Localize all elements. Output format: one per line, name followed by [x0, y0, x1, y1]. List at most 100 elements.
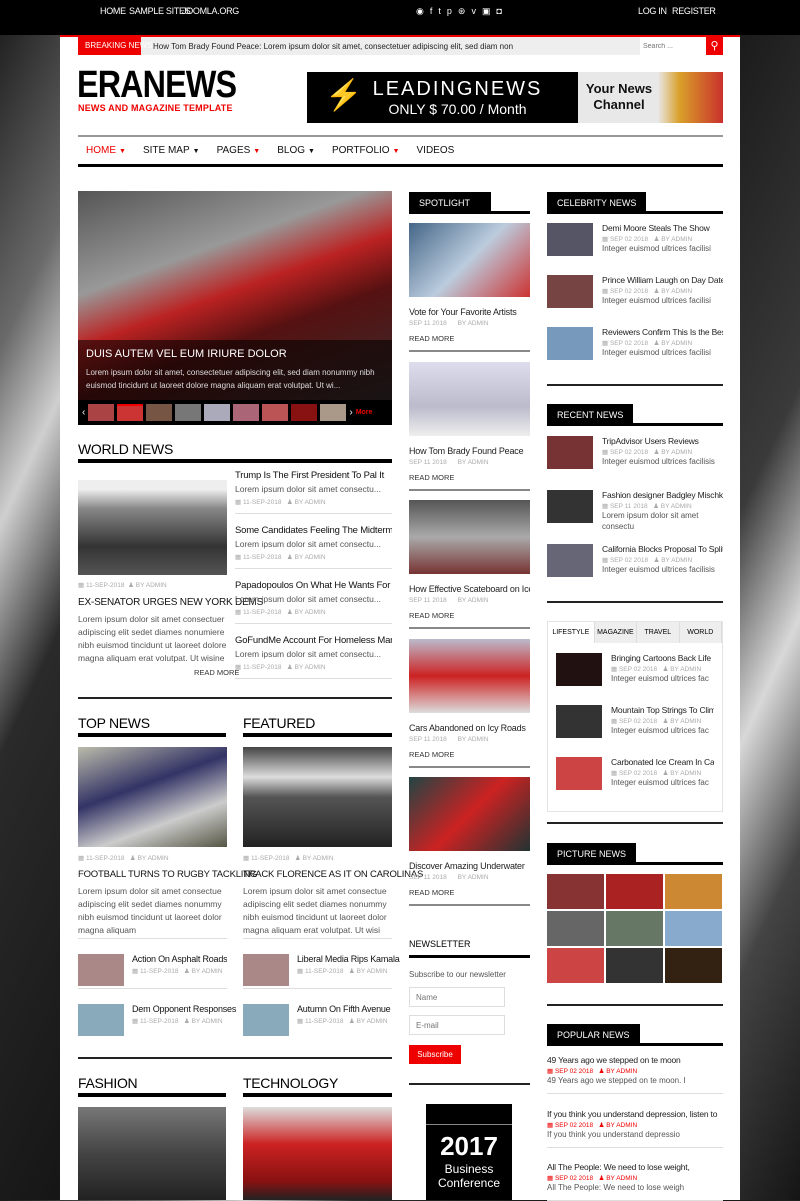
slide-thumb[interactable] [291, 404, 318, 421]
pinterest-icon[interactable]: p [447, 6, 452, 17]
article-image[interactable] [409, 777, 530, 851]
article-title[interactable]: Fashion designer Badgley Mischka [602, 490, 723, 500]
slide-thumb[interactable] [117, 404, 144, 421]
article-thumb[interactable] [547, 544, 593, 577]
article-thumb[interactable] [243, 954, 289, 986]
hero-title[interactable]: DUIS AUTEM VEL EUM IRIURE DOLOR [86, 348, 384, 360]
world-news-main-image[interactable] [78, 480, 227, 575]
tab-world[interactable]: WORLD [679, 622, 723, 643]
twitter-icon[interactable]: t [438, 6, 441, 17]
newsletter-name-input[interactable] [409, 987, 505, 1007]
picture-thumb[interactable] [547, 911, 604, 946]
more-link[interactable]: More [356, 409, 373, 416]
article-title[interactable]: Discover Amazing Underwater [409, 861, 530, 871]
article-title[interactable]: How Effective Scateboard on Ice [409, 584, 530, 594]
instagram-icon[interactable]: ◘ [496, 6, 501, 17]
picture-thumb[interactable] [606, 948, 663, 983]
picture-thumb[interactable] [547, 874, 604, 909]
article-title[interactable]: If you think you understand depression, … [547, 1109, 723, 1119]
article-title[interactable]: Vote for Your Favorite Artists [409, 307, 530, 317]
article-title[interactable]: GoFundMe Account For Homeless Man [235, 635, 392, 646]
article-thumb[interactable] [547, 327, 593, 360]
picture-thumb[interactable] [665, 911, 722, 946]
article-title[interactable]: Bringing Cartoons Back Life [611, 653, 711, 663]
slide-thumb[interactable] [146, 404, 173, 421]
slide-thumb[interactable] [88, 404, 115, 421]
article-title[interactable]: Carbonated Ice Cream In Can [611, 757, 714, 767]
slide-thumb[interactable] [320, 404, 347, 421]
article-image[interactable] [409, 500, 530, 574]
article-title[interactable]: Cars Abandoned on Icy Roads [409, 723, 530, 733]
technology-image[interactable] [243, 1107, 392, 1200]
nav-home[interactable]: HOME ▼ [86, 145, 126, 156]
read-more-link[interactable]: READ MORE [194, 668, 239, 677]
article-title[interactable]: TripAdvisor Users Reviews [602, 436, 715, 446]
article-title[interactable]: Demi Moore Steals The Show [602, 223, 711, 233]
register-link[interactable]: REGISTER [672, 6, 716, 16]
picture-thumb[interactable] [606, 911, 663, 946]
read-more-link[interactable]: READ MORE [409, 473, 530, 482]
youtube-icon[interactable]: ▣ [482, 6, 491, 17]
chevron-right-icon[interactable]: › [349, 407, 352, 418]
nav-pages[interactable]: PAGES ▼ [217, 145, 261, 156]
top-link-joomla[interactable]: JOOMLA.ORG [182, 6, 239, 16]
picture-thumb[interactable] [547, 948, 604, 983]
read-more-link[interactable]: READ MORE [409, 611, 530, 620]
article-title[interactable]: Dem Opponent Responses [132, 1004, 236, 1014]
article-title[interactable]: Action On Asphalt Roads [132, 954, 227, 964]
top_news-main-title[interactable]: FOOTBALL TURNS TO RUGBY TACKLING [78, 869, 257, 880]
fashion-image[interactable] [78, 1107, 226, 1200]
featured-main-title[interactable]: TRACK FLORENCE AS IT ON CAROLINAS [243, 869, 423, 880]
chevron-left-icon[interactable]: ‹ [82, 407, 85, 418]
article-title[interactable]: How Tom Brady Found Peace [409, 446, 530, 456]
tab-travel[interactable]: TRAVEL [637, 622, 680, 643]
article-title[interactable]: Trump Is The First President To Pal It [235, 470, 392, 481]
read-more-link[interactable]: READ MORE [409, 750, 530, 759]
slide-thumb[interactable] [262, 404, 289, 421]
article-thumb[interactable] [556, 705, 602, 738]
newsletter-email-input[interactable] [409, 1015, 505, 1035]
article-image[interactable] [409, 223, 530, 297]
article-title[interactable]: All The People: We need to lose weight, [547, 1162, 723, 1172]
slide-thumb[interactable] [175, 404, 202, 421]
article-title[interactable]: Papadopoulos On What He Wants For [235, 580, 392, 591]
slide-thumb[interactable] [204, 404, 231, 421]
conference-ad[interactable]: 2017 Business Conference [426, 1104, 512, 1200]
nav-blog[interactable]: BLOG ▼ [277, 145, 315, 156]
picture-thumb[interactable] [665, 948, 722, 983]
nav-portfolio[interactable]: PORTFOLIO ▼ [332, 145, 400, 156]
tab-lifestyle[interactable]: LIFESTYLE [548, 622, 595, 643]
article-thumb[interactable] [556, 757, 602, 790]
top-link-home[interactable]: HOME [100, 6, 126, 16]
read-more-link[interactable]: READ MORE [409, 888, 530, 897]
article-title[interactable]: Reviewers Confirm This Is the Best [602, 327, 723, 337]
article-thumb[interactable] [547, 275, 593, 308]
top_news-main-image[interactable] [78, 747, 227, 847]
login-link[interactable]: LOG IN [638, 6, 667, 16]
breaking-news-ticker[interactable]: How Tom Brady Found Peace: Lorem ipsum d… [141, 42, 640, 51]
article-thumb[interactable] [243, 1004, 289, 1036]
article-title[interactable]: California Blocks Proposal To Split [602, 544, 723, 554]
search-input[interactable] [640, 37, 706, 55]
article-thumb[interactable] [78, 1004, 124, 1036]
picture-thumb[interactable] [665, 874, 722, 909]
featured-main-image[interactable] [243, 747, 392, 847]
article-image[interactable] [409, 361, 530, 436]
dribbble-icon[interactable]: ⊛ [458, 6, 466, 17]
nav-site-map[interactable]: SITE MAP ▼ [143, 145, 200, 156]
site-logo[interactable]: ERANEWS [77, 66, 237, 104]
article-title[interactable]: 49 Years ago we stepped on te moon [547, 1055, 723, 1065]
article-title[interactable]: Prince William Laugh on Day Date [602, 275, 723, 285]
article-thumb[interactable] [547, 223, 593, 256]
read-more-link[interactable]: READ MORE [409, 334, 530, 343]
article-thumb[interactable] [547, 436, 593, 469]
article-thumb[interactable] [78, 954, 124, 986]
slide-thumb[interactable] [233, 404, 260, 421]
article-title[interactable]: Some Candidates Feeling The Midterm [235, 525, 392, 536]
facebook-icon[interactable]: f [430, 6, 433, 17]
article-title[interactable]: Autumn On Fifth Avenue [297, 1004, 391, 1014]
search-icon[interactable]: ⚲ [706, 37, 723, 55]
rss-icon[interactable]: ◉ [416, 6, 424, 17]
vimeo-icon[interactable]: v [471, 6, 476, 17]
picture-thumb[interactable] [606, 874, 663, 909]
